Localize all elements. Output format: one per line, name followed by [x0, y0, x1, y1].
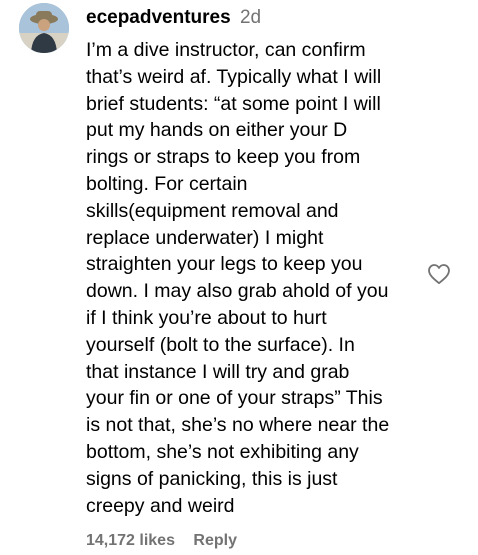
- comment-text: I’m a dive instructor, can confirm that’…: [86, 39, 390, 517]
- avatar-image: [19, 3, 69, 53]
- avatar[interactable]: [19, 3, 69, 53]
- heart-outline-icon: [428, 264, 450, 285]
- comment-footer: 14,172 likes Reply: [86, 530, 237, 552]
- reply-button[interactable]: Reply: [193, 532, 237, 549]
- comment: ecepadventures 2d I’m a dive instructor,…: [0, 0, 478, 555]
- comment-body: ecepadventures 2d I’m a dive instructor,…: [86, 0, 426, 519]
- comment-header: ecepadventures 2d: [86, 6, 426, 30]
- likes-count[interactable]: 14,172 likes: [86, 532, 175, 549]
- like-button[interactable]: [427, 263, 451, 285]
- timestamp[interactable]: 2d: [240, 7, 261, 28]
- username[interactable]: ecepadventures: [86, 7, 231, 28]
